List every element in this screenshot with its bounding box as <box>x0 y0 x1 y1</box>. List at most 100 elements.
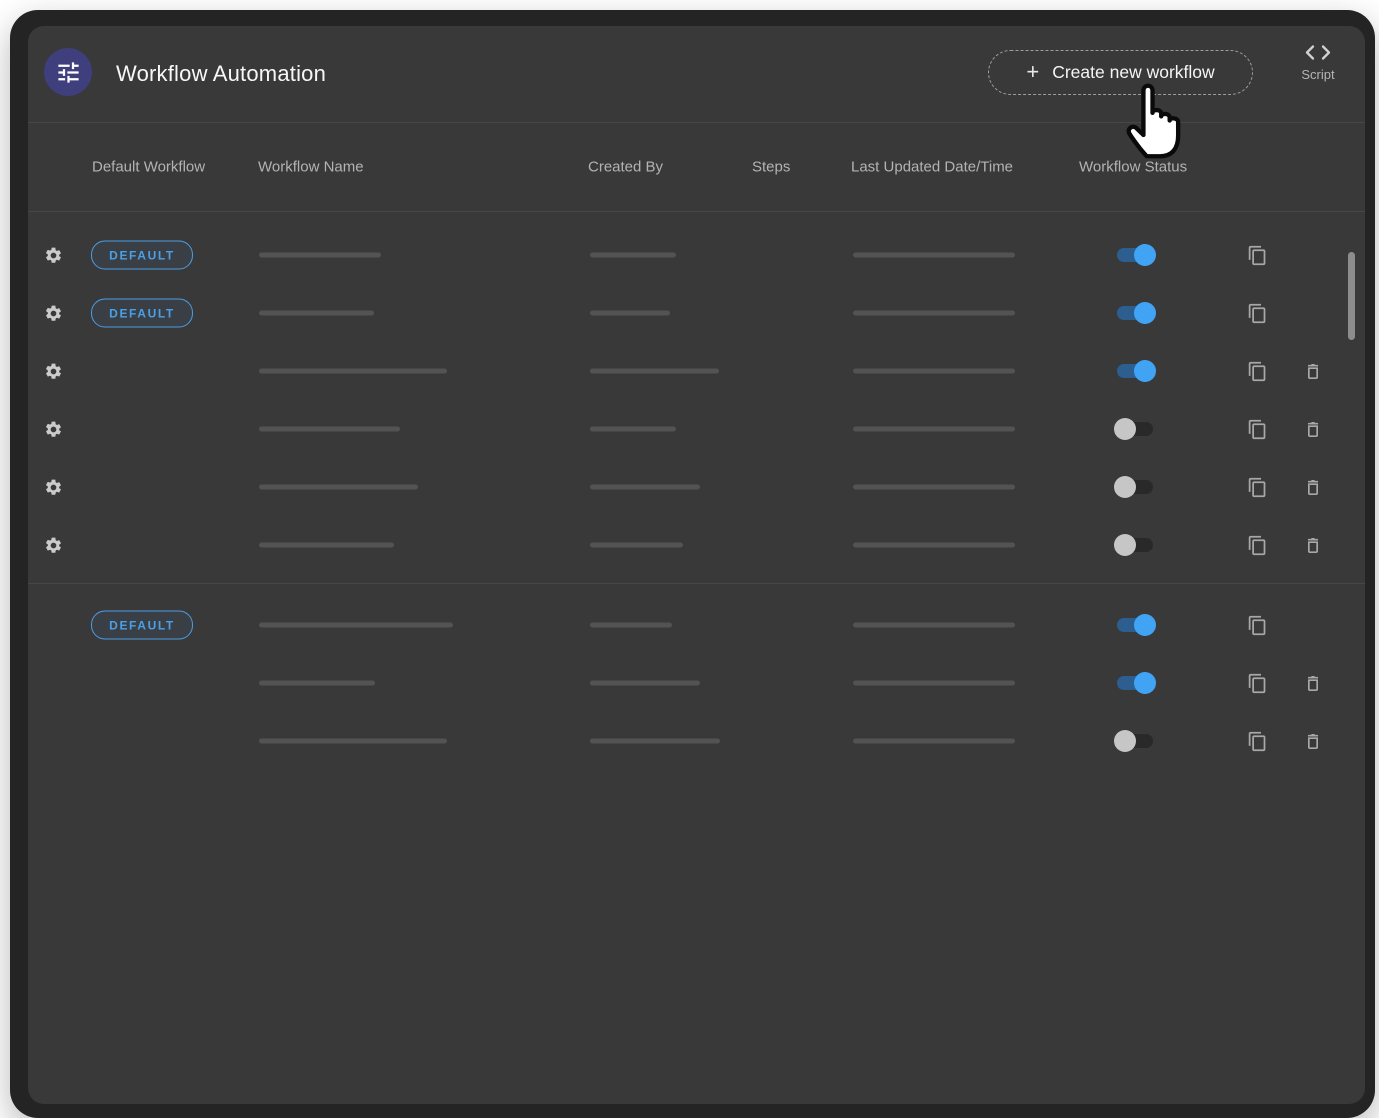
panel-header: Workflow Automation + Create new workflo… <box>28 26 1365 122</box>
created-by-placeholder <box>590 739 720 744</box>
copy-icon <box>1247 731 1268 752</box>
default-badge: DEFAULT <box>91 241 193 270</box>
workflow-status-toggle[interactable] <box>1114 729 1156 753</box>
table-row: DEFAULT <box>28 712 1365 770</box>
workflow-status-toggle[interactable] <box>1114 671 1156 695</box>
copy-workflow-button[interactable] <box>1245 359 1269 383</box>
gear-icon <box>44 246 63 265</box>
copy-icon <box>1247 673 1268 694</box>
last-updated-placeholder <box>853 543 1015 548</box>
column-header-workflow-status: Workflow Status <box>1079 158 1187 175</box>
trash-icon <box>1303 361 1323 382</box>
table-row: DEFAULT <box>28 400 1365 458</box>
workflow-automation-page: Workflow Automation + Create new workflo… <box>0 0 1379 1118</box>
toggle-knob <box>1134 614 1156 636</box>
delete-workflow-button[interactable] <box>1301 729 1325 753</box>
copy-workflow-button[interactable] <box>1245 301 1269 325</box>
spade-icon <box>45 730 61 752</box>
column-header-divider <box>28 211 1365 212</box>
workflow-status-toggle[interactable] <box>1114 301 1156 325</box>
copy-icon <box>1247 535 1268 556</box>
created-by-placeholder <box>590 623 672 628</box>
copy-workflow-button[interactable] <box>1245 243 1269 267</box>
code-brackets-icon <box>1303 44 1333 61</box>
page-title: Workflow Automation <box>116 26 326 122</box>
copy-workflow-button[interactable] <box>1245 671 1269 695</box>
table-column-headers: Default Workflow Workflow Name Created B… <box>28 122 1365 211</box>
delete-workflow-button[interactable] <box>1301 417 1325 441</box>
row-type-icon-wrap <box>43 302 63 324</box>
copy-workflow-button[interactable] <box>1245 475 1269 499</box>
workflow-group-2: DEFAULT <box>28 596 1365 770</box>
last-updated-placeholder <box>853 623 1015 628</box>
row-type-icon-wrap <box>43 244 63 266</box>
row-type-icon-wrap <box>43 476 63 498</box>
plus-icon: + <box>1026 61 1039 83</box>
workflow-status-toggle[interactable] <box>1114 417 1156 441</box>
workflow-name-placeholder <box>259 543 394 548</box>
toggle-knob <box>1114 534 1136 556</box>
default-badge: DEFAULT <box>91 611 193 640</box>
created-by-placeholder <box>590 485 700 490</box>
scrollbar-thumb[interactable] <box>1348 252 1355 340</box>
workflow-name-placeholder <box>259 311 374 316</box>
delete-workflow-button[interactable] <box>1301 671 1325 695</box>
workflow-status-toggle[interactable] <box>1114 533 1156 557</box>
copy-workflow-button[interactable] <box>1245 533 1269 557</box>
copy-icon <box>1247 615 1268 636</box>
table-row: DEFAULT <box>28 596 1365 654</box>
workflow-name-placeholder <box>259 681 375 686</box>
copy-workflow-button[interactable] <box>1245 729 1269 753</box>
trash-icon <box>1303 673 1323 694</box>
workflow-status-toggle[interactable] <box>1114 359 1156 383</box>
delete-workflow-button[interactable] <box>1301 533 1325 557</box>
copy-icon <box>1247 303 1268 324</box>
created-by-placeholder <box>590 369 719 374</box>
table-row: DEFAULT <box>28 654 1365 712</box>
table-row: DEFAULT <box>28 516 1365 574</box>
workflow-name-placeholder <box>259 427 400 432</box>
column-header-steps: Steps <box>752 158 790 175</box>
row-type-icon-wrap <box>43 614 63 636</box>
row-type-icon-wrap <box>43 360 63 382</box>
copy-icon <box>1247 477 1268 498</box>
row-type-icon-wrap <box>43 534 63 556</box>
gear-icon <box>44 304 63 323</box>
trash-icon <box>1303 477 1323 498</box>
row-type-icon-wrap <box>43 730 63 752</box>
delete-workflow-button[interactable] <box>1301 475 1325 499</box>
copy-workflow-button[interactable] <box>1245 417 1269 441</box>
workflow-name-placeholder <box>259 253 381 258</box>
tune-icon <box>55 59 82 86</box>
delete-workflow-button[interactable] <box>1301 359 1325 383</box>
toggle-knob <box>1134 244 1156 266</box>
workflow-name-placeholder <box>259 739 447 744</box>
workflow-panel: Workflow Automation + Create new workflo… <box>28 26 1365 1104</box>
created-by-placeholder <box>590 681 700 686</box>
created-by-placeholder <box>590 427 676 432</box>
script-button[interactable]: Script <box>1286 44 1350 82</box>
row-type-icon-wrap <box>43 418 63 440</box>
create-new-workflow-label: Create new workflow <box>1052 62 1214 83</box>
toggle-knob <box>1134 672 1156 694</box>
workflow-status-toggle[interactable] <box>1114 613 1156 637</box>
copy-icon <box>1247 419 1268 440</box>
copy-icon <box>1247 361 1268 382</box>
workflow-status-toggle[interactable] <box>1114 243 1156 267</box>
workflow-name-placeholder <box>259 485 418 490</box>
toggle-knob <box>1114 730 1136 752</box>
row-type-icon-wrap <box>43 672 63 694</box>
workflow-status-toggle[interactable] <box>1114 475 1156 499</box>
create-new-workflow-button[interactable]: + Create new workflow <box>988 50 1253 95</box>
workflow-name-placeholder <box>259 369 447 374</box>
workflow-name-placeholder <box>259 623 453 628</box>
last-updated-placeholder <box>853 369 1015 374</box>
toggle-knob <box>1114 418 1136 440</box>
group-divider <box>28 583 1365 584</box>
table-row: DEFAULT <box>28 342 1365 400</box>
column-header-created-by: Created By <box>588 158 663 175</box>
created-by-placeholder <box>590 311 670 316</box>
gear-icon <box>44 536 63 555</box>
copy-workflow-button[interactable] <box>1245 613 1269 637</box>
gear-icon <box>44 420 63 439</box>
